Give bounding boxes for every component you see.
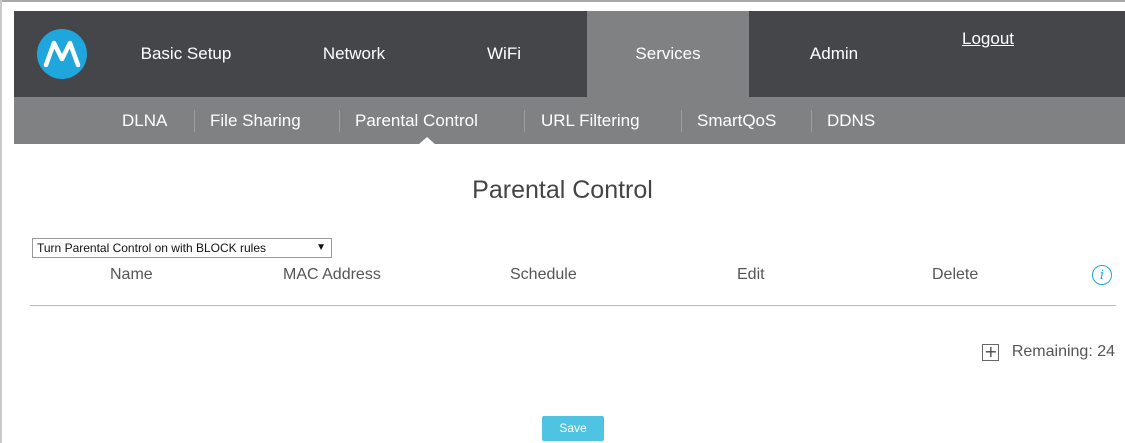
- subnav-file-sharing[interactable]: File Sharing: [210, 97, 301, 144]
- nav-tab-basic-setup[interactable]: Basic Setup: [126, 11, 246, 97]
- motorola-logo-glyph: [43, 40, 81, 68]
- subnav-dlna[interactable]: DLNA: [122, 97, 167, 144]
- add-rule-row: + Remaining: 24: [982, 343, 1115, 361]
- column-header-edit: Edit: [737, 266, 765, 283]
- left-edge: [0, 0, 2, 443]
- page-title: Parental Control: [472, 176, 653, 204]
- dropdown-arrow-icon: ▼: [316, 242, 326, 253]
- subnav-separator: [194, 110, 195, 132]
- active-subnav-indicator: [418, 137, 436, 145]
- nav-tab-admin[interactable]: Admin: [784, 11, 884, 97]
- subnav-separator: [524, 110, 525, 132]
- sub-navigation-bar: DLNA File Sharing Parental Control URL F…: [14, 97, 1125, 144]
- column-header-schedule: Schedule: [510, 266, 577, 283]
- remaining-count: Remaining: 24: [1011, 343, 1115, 360]
- top-navigation-bar: Basic Setup Network WiFi Services Admin …: [14, 11, 1125, 97]
- column-header-delete: Delete: [932, 266, 979, 283]
- subnav-separator: [811, 110, 812, 132]
- plus-icon[interactable]: +: [982, 343, 1000, 361]
- motorola-logo-icon[interactable]: [37, 29, 87, 79]
- subnav-parental-control[interactable]: Parental Control: [355, 97, 478, 144]
- mode-select-value: Turn Parental Control on with BLOCK rule…: [37, 241, 266, 255]
- save-button[interactable]: Save: [542, 416, 604, 441]
- top-edge: [0, 0, 1125, 2]
- subnav-smartqos[interactable]: SmartQoS: [697, 97, 776, 144]
- subnav-separator: [681, 110, 682, 132]
- table-header-divider: [30, 305, 1116, 306]
- logout-link[interactable]: Logout: [962, 29, 1014, 49]
- info-icon[interactable]: i: [1092, 265, 1112, 285]
- subnav-url-filtering[interactable]: URL Filtering: [541, 97, 640, 144]
- subnav-ddns[interactable]: DDNS: [827, 97, 875, 144]
- nav-tab-network[interactable]: Network: [299, 11, 409, 97]
- column-header-mac-address: MAC Address: [283, 266, 381, 283]
- nav-tab-services[interactable]: Services: [587, 11, 749, 97]
- parental-control-mode-select[interactable]: Turn Parental Control on with BLOCK rule…: [32, 238, 332, 258]
- column-header-name: Name: [110, 266, 153, 283]
- nav-tab-wifi[interactable]: WiFi: [464, 11, 544, 97]
- subnav-separator: [339, 110, 340, 132]
